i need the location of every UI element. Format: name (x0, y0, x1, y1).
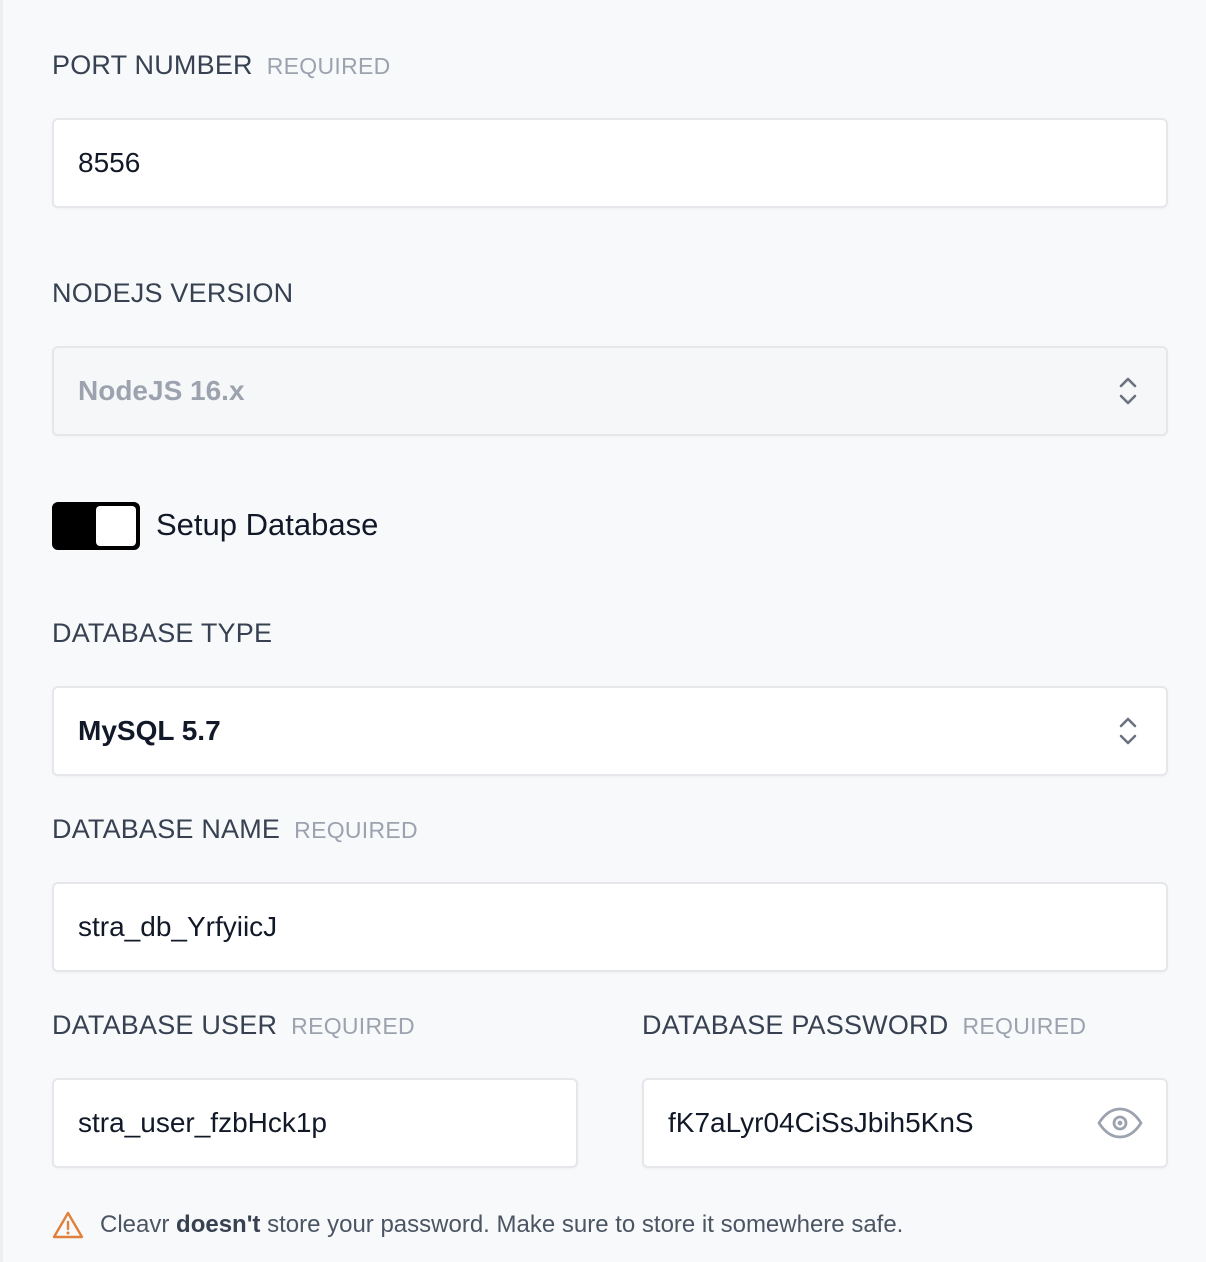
chevron-up-down-icon (1119, 377, 1137, 405)
password-notice: Cleavr doesn't store your password. Make… (52, 1210, 903, 1240)
required-tag: REQUIRED (294, 817, 418, 843)
database-type-label: DATABASE TYPE (52, 618, 273, 648)
eye-icon[interactable] (1096, 1107, 1144, 1139)
required-tag: REQUIRED (291, 1013, 415, 1039)
database-password-label: DATABASE PASSWORD REQUIRED (642, 1010, 1087, 1040)
setup-database-label: Setup Database (156, 507, 379, 542)
chevron-up-down-icon (1119, 717, 1137, 745)
port-number-value: 8556 (78, 147, 141, 178)
database-user-value: stra_user_fzbHck1p (78, 1107, 328, 1138)
notice-text: Cleavr doesn't store your password. Make… (100, 1211, 904, 1238)
warning-triangle-icon (52, 1211, 84, 1239)
database-type-select[interactable]: MySQL 5.7 (52, 686, 1168, 776)
database-type-value: MySQL 5.7 (78, 715, 221, 746)
database-name-value: stra_db_YrfyiicJ (78, 911, 278, 942)
nodejs-version-select[interactable]: NodeJS 16.x (52, 346, 1168, 436)
required-tag: REQUIRED (962, 1013, 1087, 1039)
database-password-input[interactable]: fK7aLyr04CiSsJbih5KnS (642, 1078, 1168, 1168)
toggle-knob (96, 506, 136, 546)
database-name-input[interactable]: stra_db_YrfyiicJ (52, 882, 1168, 972)
database-user-label: DATABASE USER REQUIRED (52, 1010, 415, 1040)
port-number-input[interactable]: 8556 (52, 118, 1168, 208)
nodejs-version-value: NodeJS 16.x (78, 375, 245, 406)
database-name-label: DATABASE NAME REQUIRED (52, 814, 418, 844)
panel-left-border (0, 0, 3, 1262)
database-password-value: fK7aLyr04CiSsJbih5KnS (668, 1107, 974, 1138)
setup-database-toggle[interactable] (52, 502, 140, 550)
database-user-input[interactable]: stra_user_fzbHck1p (52, 1078, 578, 1168)
nodejs-version-label: NODEJS VERSION (52, 278, 294, 308)
required-tag: REQUIRED (266, 53, 391, 79)
port-number-label: PORT NUMBER REQUIRED (52, 50, 391, 80)
